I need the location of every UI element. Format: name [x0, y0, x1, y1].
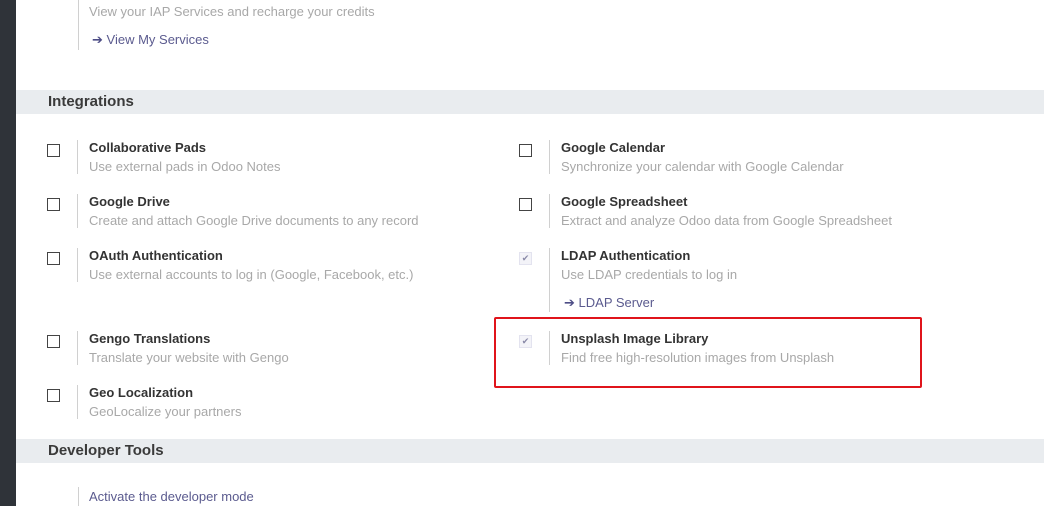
google-spreadsheet-title: Google Spreadsheet	[561, 194, 688, 209]
setting-divider	[549, 248, 550, 312]
ldap-server-label: LDAP Server	[578, 295, 655, 310]
developer-tools-header: Developer Tools	[16, 439, 1044, 463]
arrow-right-icon: ➔	[92, 32, 103, 47]
collaborative-pads-checkbox[interactable]	[47, 144, 60, 157]
arrow-right-icon: ➔	[564, 295, 575, 310]
setting-divider	[77, 194, 78, 228]
ldap-desc: Use LDAP credentials to log in	[561, 267, 738, 282]
ldap-checkbox[interactable]: ✔	[519, 252, 532, 265]
iap-description: View your IAP Services and recharge your…	[89, 4, 375, 19]
ldap-server-link[interactable]: ➔ LDAP Server	[564, 295, 654, 311]
view-my-services-link[interactable]: ➔ View My Services	[92, 32, 209, 48]
google-calendar-checkbox[interactable]	[519, 144, 532, 157]
setting-divider	[77, 331, 78, 365]
google-spreadsheet-desc: Extract and analyze Odoo data from Googl…	[561, 213, 892, 228]
setting-divider	[77, 248, 78, 282]
google-drive-title: Google Drive	[89, 194, 170, 209]
collaborative-pads-desc: Use external pads in Odoo Notes	[89, 159, 281, 174]
setting-divider	[549, 194, 550, 228]
google-calendar-desc: Synchronize your calendar with Google Ca…	[561, 159, 844, 174]
setting-divider	[77, 140, 78, 174]
setting-divider	[77, 385, 78, 419]
setting-divider	[549, 140, 550, 174]
oauth-title: OAuth Authentication	[89, 248, 223, 263]
ldap-title: LDAP Authentication	[561, 248, 691, 263]
geo-localization-desc: GeoLocalize your partners	[89, 404, 242, 419]
google-spreadsheet-checkbox[interactable]	[519, 198, 532, 211]
gengo-checkbox[interactable]	[47, 335, 60, 348]
google-drive-desc: Create and attach Google Drive documents…	[89, 213, 419, 228]
geo-localization-checkbox[interactable]	[47, 389, 60, 402]
developer-divider	[78, 487, 79, 506]
oauth-desc: Use external accounts to log in (Google,…	[89, 267, 414, 282]
iap-divider	[78, 0, 79, 50]
settings-content: View your IAP Services and recharge your…	[16, 0, 1044, 506]
view-my-services-label: View My Services	[106, 32, 209, 47]
activate-developer-mode-link[interactable]: Activate the developer mode	[89, 489, 254, 504]
geo-localization-title: Geo Localization	[89, 385, 194, 400]
google-drive-checkbox[interactable]	[47, 198, 60, 211]
highlight-box	[494, 317, 922, 388]
gengo-title: Gengo Translations	[89, 331, 211, 346]
integrations-header: Integrations	[16, 90, 1044, 114]
gengo-desc: Translate your website with Gengo	[89, 350, 289, 365]
collaborative-pads-title: Collaborative Pads	[89, 140, 207, 155]
oauth-checkbox[interactable]	[47, 252, 60, 265]
left-sidebar-strip	[0, 0, 16, 506]
google-calendar-title: Google Calendar	[561, 140, 666, 155]
